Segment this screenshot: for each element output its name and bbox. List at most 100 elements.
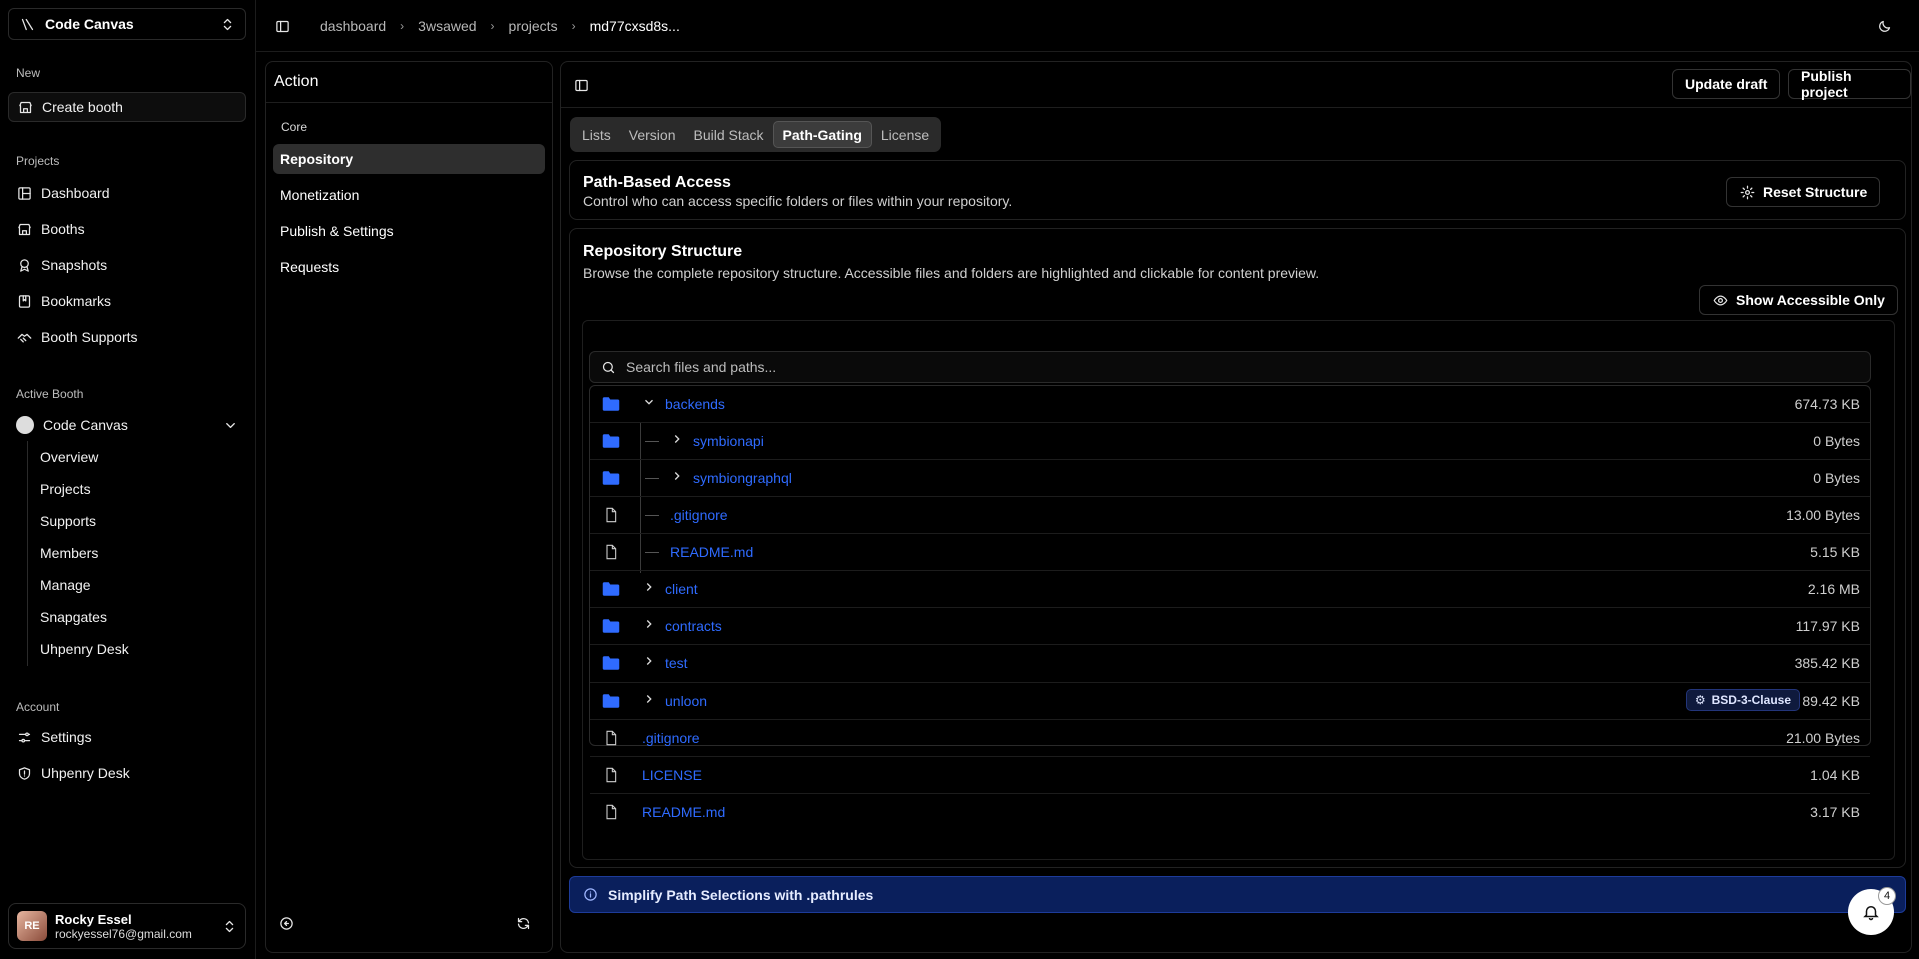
action-item-requests[interactable]: Requests [273,252,545,282]
tree-file-row[interactable]: .gitignore 13.00 Bytes [590,497,1870,534]
tree-folder-row[interactable]: symbionapi 0 Bytes [590,423,1870,460]
chevron-right-icon[interactable] [642,617,660,635]
folder-icon [602,433,620,449]
tree-item-name[interactable]: symbiongraphql [693,470,792,486]
folder-icon [602,581,620,597]
reset-structure-button[interactable]: Reset Structure [1726,177,1881,207]
chevron-down-icon[interactable] [642,395,660,413]
award-icon [16,257,32,273]
tree-item-name[interactable]: contracts [665,618,722,634]
user-menu[interactable]: RE Rocky Essel rockyessel76@gmail.com [8,903,246,949]
sidebar-item-booths[interactable]: Booths [8,214,246,244]
booth-sub-uhpenry-desk[interactable]: Uhpenry Desk [40,641,129,657]
create-booth-button[interactable]: Create booth [8,92,246,122]
arrow-left-circle-icon[interactable] [278,915,294,931]
action-section-label: Core [281,120,308,134]
chevron-right-icon[interactable] [670,469,688,487]
tree-file-row[interactable]: LICENSE 1.04 KB [590,757,1870,794]
breadcrumb-item[interactable]: projects [509,18,558,34]
tree-item-name[interactable]: client [665,581,698,597]
notifications-button[interactable]: 4 [1848,887,1896,935]
sidebar-toggle-icon[interactable] [274,18,290,34]
tree-item-name[interactable]: unloon [665,693,707,709]
tree-folder-row[interactable]: client 2.16 MB [590,571,1870,608]
repo-desc: Browse the complete repository structure… [583,265,1320,281]
file-icon [602,804,620,820]
moon-icon[interactable] [1876,18,1892,34]
chevrons-up-down-icon [219,16,235,32]
tree-folder-row[interactable]: backends 674.73 KB [590,386,1870,423]
active-booth-toggle[interactable]: Code Canvas [8,410,246,440]
active-booth-name: Code Canvas [43,417,128,433]
publish-project-button[interactable]: Publish project [1788,68,1911,100]
show-accessible-only-button[interactable]: Show Accessible Only [1699,285,1898,315]
tab-lists[interactable]: Lists [573,121,620,148]
sidebar-item-booth-supports[interactable]: Booth Supports [8,322,246,352]
path-access-card: Path-Based Access Control who can access… [569,160,1906,220]
section-label-projects: Projects [16,154,60,168]
tree-item-name[interactable]: symbionapi [693,433,764,449]
chevron-right-icon[interactable] [670,432,688,450]
reset-structure-label: Reset Structure [1763,184,1868,200]
booth-sub-manage[interactable]: Manage [40,577,91,593]
tree-folder-row[interactable]: test 385.42 KB [590,645,1870,683]
tree-file-row[interactable]: README.md 3.17 KB [590,794,1870,831]
tree-item-name[interactable]: test [665,655,688,671]
tab-version[interactable]: Version [620,121,685,148]
sidebar-item-uhpenry-desk[interactable]: Uhpenry Desk [8,758,246,788]
action-item-repository[interactable]: Repository [273,144,545,174]
refresh-icon[interactable] [515,915,531,931]
update-draft-button[interactable]: Update draft [1672,69,1781,99]
sidebar-item-snapshots[interactable]: Snapshots [8,250,246,280]
breadcrumb-item[interactable]: 3wsawed [418,18,476,34]
chevron-right-icon[interactable] [642,580,660,598]
action-item-monetization[interactable]: Monetization [273,180,545,210]
booth-sub-overview[interactable]: Overview [40,449,98,465]
chevron-right-icon[interactable] [642,692,660,710]
action-panel: Action Core Repository Monetization Publ… [265,61,553,953]
workspace-switcher[interactable]: Code Canvas [8,8,246,40]
tree-file-row[interactable]: .gitignore 21.00 Bytes [590,720,1870,757]
sidebar-item-dashboard[interactable]: Dashboard [8,178,246,208]
shield-icon [16,765,32,781]
tab-build-stack[interactable]: Build Stack [685,121,773,148]
main-toolbar: Update draft Publish project [561,62,1911,108]
breadcrumb-item[interactable]: dashboard [320,18,386,34]
path-access-desc: Control who can access specific folders … [583,193,1013,209]
tree-folder-row[interactable]: contracts 117.97 KB [590,608,1870,645]
license-badge-label: BSD-3-Clause [1711,693,1791,707]
tab-path-gating[interactable]: Path-Gating [772,121,872,148]
sidebar-item-bookmarks[interactable]: Bookmarks [8,286,246,316]
tree-file-row[interactable]: README.md 5.15 KB [590,534,1870,571]
tree-item-size: 2.16 MB [1807,581,1860,597]
user-info: Rocky Essel rockyessel76@gmail.com [55,912,213,941]
workspace-name: Code Canvas [45,16,134,32]
pathrules-info-bar[interactable]: Simplify Path Selections with .pathrules [569,876,1906,913]
tree-item-name[interactable]: backends [665,396,725,412]
booth-sub-snapgates[interactable]: Snapgates [40,609,107,625]
tree-item-name[interactable]: .gitignore [642,730,700,746]
tree-item-name[interactable]: README.md [670,544,753,560]
license-badge: ⚙ BSD-3-Clause [1685,689,1800,711]
tree-folder-row[interactable]: unloon ⚙ BSD-3-Clause 89.42 KB [590,683,1870,720]
topbar: dashboard › 3wsawed › projects › md77cxs… [256,0,1919,52]
sidebar-item-settings[interactable]: Settings [8,722,246,752]
booth-sub-projects[interactable]: Projects [40,481,91,497]
store-icon [16,221,32,237]
tree-item-size: 1.04 KB [1810,767,1860,783]
action-item-publish-settings[interactable]: Publish & Settings [273,216,545,246]
booth-avatar [16,416,34,434]
notification-count: 4 [1878,887,1896,905]
chevron-right-icon[interactable] [642,654,660,672]
tree-item-name[interactable]: README.md [642,804,725,820]
tree-folder-row[interactable]: symbiongraphql 0 Bytes [590,460,1870,497]
booth-sub-supports[interactable]: Supports [40,513,96,529]
sliders-icon [16,729,32,745]
search-input[interactable] [626,359,1860,375]
folder-icon [602,470,620,486]
booth-sub-members[interactable]: Members [40,545,98,561]
tree-item-name[interactable]: LICENSE [642,767,702,783]
tree-item-name[interactable]: .gitignore [670,507,728,523]
panel-toggle-icon[interactable] [573,77,589,93]
tab-license[interactable]: License [872,121,938,148]
